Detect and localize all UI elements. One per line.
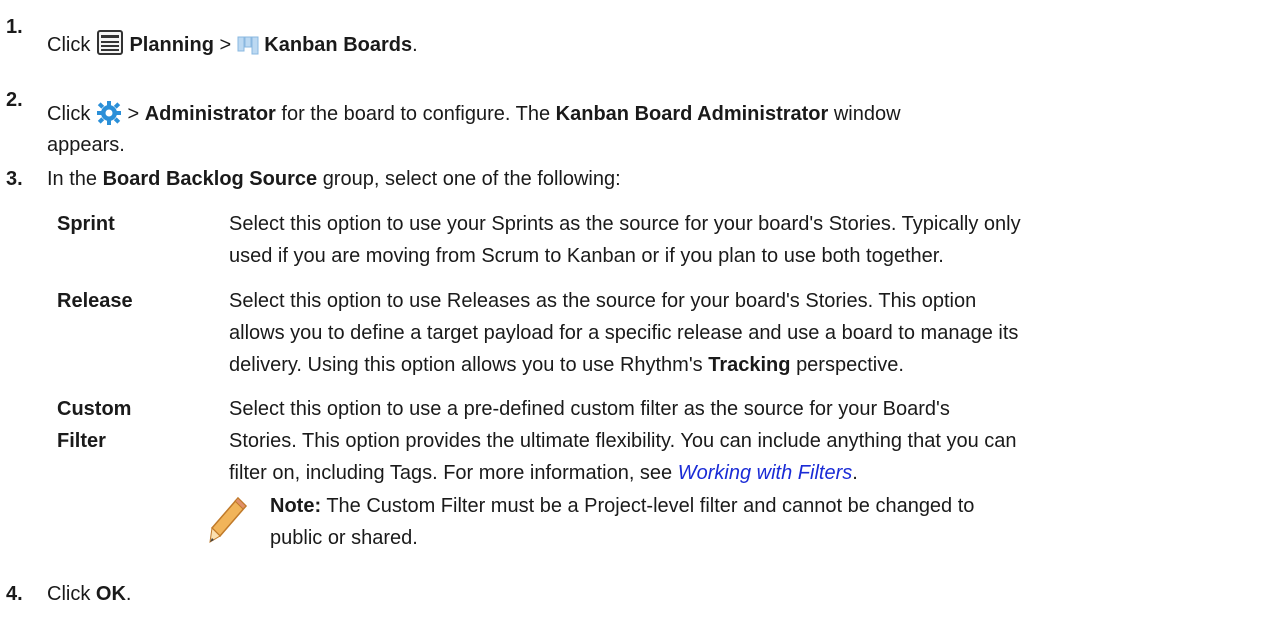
option-description: Select this option to use a pre-defined … [229, 398, 1017, 484]
step-text-continued: appears. [47, 134, 125, 156]
note-text: Note: The Custom Filter must be a Projec… [270, 495, 975, 549]
note-label: Note: [270, 495, 322, 517]
kanban-board-administrator-label: Kanban Board Administrator [555, 103, 829, 125]
step-text: In the Board Backlog Source group, selec… [47, 168, 621, 190]
board-backlog-source-label: Board Backlog Source [102, 168, 318, 190]
planning-label: Planning [129, 34, 214, 56]
option-description: Select this option to use your Sprints a… [229, 213, 1021, 267]
step-text: Click > Administrator for the board to c… [47, 101, 1237, 132]
option-term: Custom Filter [57, 398, 132, 452]
kanban-boards-icon [237, 36, 259, 63]
option-term: Sprint [57, 213, 115, 235]
tracking-label: Tracking [708, 354, 791, 376]
step-text: Click Planning > Kanban Boards. [47, 30, 1237, 63]
procedure-page: 1. Click Planning > Kanban Boards. 2. Cl… [0, 0, 1274, 617]
gear-icon [96, 101, 122, 132]
ok-label: OK [95, 583, 126, 605]
pencil-icon [208, 496, 248, 555]
step-number: 2. [6, 89, 23, 111]
step-text: Click OK. [47, 583, 132, 605]
planning-icon [96, 30, 124, 63]
option-term: Release [57, 290, 133, 312]
option-description: Select this option to use Releases as th… [229, 290, 1019, 376]
step-number: 4. [6, 583, 23, 605]
step-number: 1. [6, 16, 23, 38]
working-with-filters-link[interactable]: Working with Filters [678, 462, 852, 484]
kanban-boards-label: Kanban Boards [264, 34, 413, 56]
step-number: 3. [6, 168, 23, 190]
administrator-label: Administrator [144, 103, 276, 125]
